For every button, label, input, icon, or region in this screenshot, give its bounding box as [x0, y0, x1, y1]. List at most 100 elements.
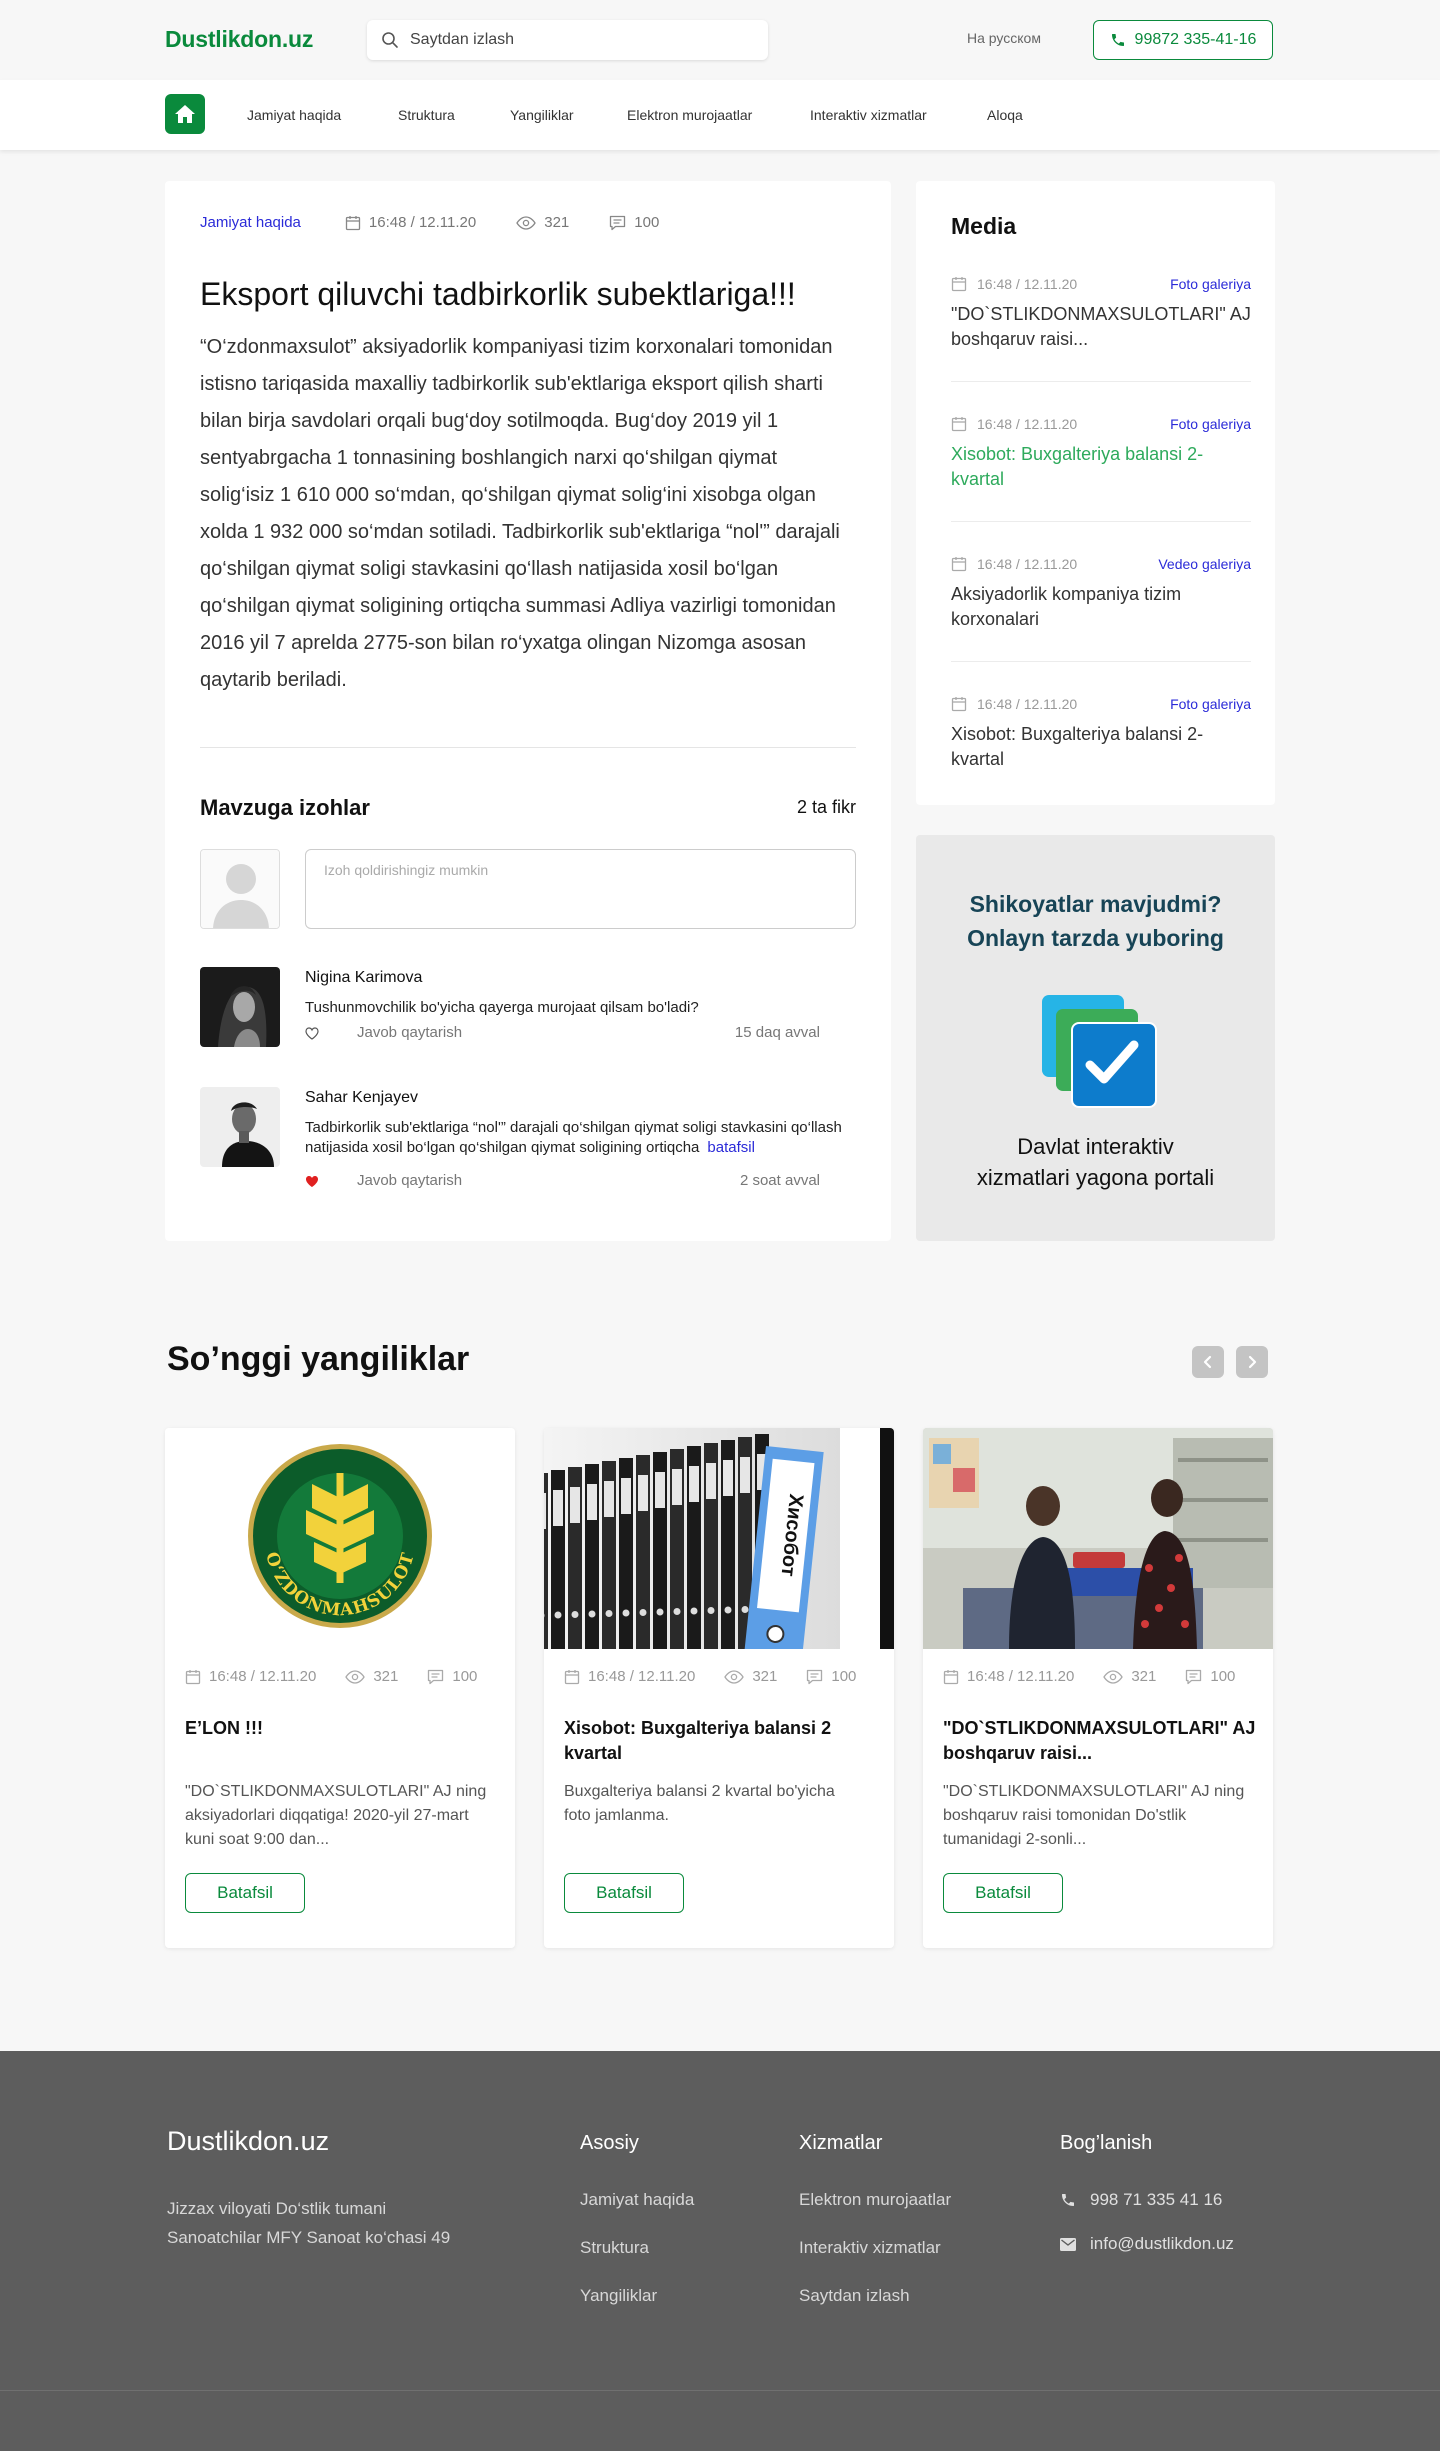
nav-item-jamiyat-haqida[interactable]: Jamiyat haqida	[247, 107, 341, 123]
nav-item-aloqa[interactable]: Aloqa	[987, 107, 1023, 123]
calendar-icon	[345, 215, 361, 230]
reply-link[interactable]: Javob qaytarish	[357, 1172, 462, 1189]
card-title: E’LON !!!	[185, 1718, 263, 1738]
comments-count: 2 ta fikr	[796, 797, 856, 817]
footer-divider	[0, 2390, 1440, 2391]
footer-link-yangiliklar[interactable]: Yangiliklar	[580, 2286, 657, 2306]
media-category-link[interactable]: Foto galeriya	[1170, 696, 1251, 712]
comments-heading: Mavzuga izohlar	[200, 795, 370, 820]
calendar-icon	[185, 1669, 201, 1684]
phone-button[interactable]: 99872 335-41-16	[1093, 20, 1273, 60]
search-input[interactable]	[410, 31, 750, 49]
media-item[interactable]: 16:48 / 12.11.20 Foto galeriya "DO`STLIKDO…	[951, 276, 1251, 349]
reply-link[interactable]: Javob qaytarish	[357, 1024, 462, 1041]
promo-subtitle: Davlat interaktiv xizmatlari yagona port…	[916, 1131, 1275, 1193]
article-category-link[interactable]: Jamiyat haqida	[200, 214, 301, 231]
chevron-right-icon	[1248, 1355, 1257, 1369]
footer-address-line1: Jizzax viloyati Do‘stlik tumani	[167, 2199, 387, 2218]
prev-button[interactable]	[1192, 1346, 1224, 1378]
article-meta: Jamiyat haqida 16:48 / 12.11.20 321 100	[200, 214, 699, 231]
news-card: O‘ZDONMAHSULOT 16:48 / 12.11.20 321 100 …	[165, 1428, 515, 1948]
news-image-photo	[923, 1428, 1273, 1649]
card-meta: 16:48 / 12.11.20 321 100	[185, 1668, 477, 1685]
promo-title-line1: Shikoyatlar mavjudmi?	[969, 891, 1222, 917]
media-date: 16:48 / 12.11.20	[951, 696, 1077, 712]
read-more-button[interactable]: Batafsil	[943, 1873, 1063, 1913]
eye-icon	[724, 1669, 745, 1684]
media-category-link[interactable]: Vedeo galeriya	[1158, 556, 1251, 572]
media-item[interactable]: 16:48 / 12.11.20 Foto galeriya Xisobot: Bu…	[951, 696, 1251, 769]
media-divider	[951, 661, 1251, 662]
media-item[interactable]: 16:48 / 12.11.20 Foto galeriya Xisobot: Bu…	[951, 416, 1251, 489]
next-button[interactable]	[1236, 1346, 1268, 1378]
comment-time: 15 daq avval	[734, 1024, 820, 1041]
footer-link-struktura[interactable]: Struktura	[580, 2238, 649, 2258]
promo-sub-line1: Davlat interaktiv	[1017, 1134, 1174, 1159]
article-date-text: 16:48 / 12.11.20	[368, 214, 477, 231]
footer-logo[interactable]: Dustlikdon.uz	[167, 2126, 329, 2157]
card-title: "DO`STLIKDONMAXSULOTLARI" AJ boshqaruv r…	[943, 1718, 1256, 1763]
card-comments: 100	[452, 1668, 478, 1685]
news-image-binders: Хисобот	[544, 1428, 894, 1649]
home-icon	[175, 105, 195, 123]
heart-outline-icon	[305, 1027, 319, 1040]
media-category-link[interactable]: Foto galeriya	[1170, 416, 1251, 432]
card-date: 16:48 / 12.11.20	[209, 1668, 317, 1685]
chevron-left-icon	[1203, 1355, 1212, 1369]
article-views-count: 321	[544, 214, 570, 231]
footer-phone-link[interactable]: 998 71 335 41 16	[1060, 2190, 1222, 2210]
media-date-text: 16:48 / 12.11.20	[977, 416, 1078, 432]
media-date: 16:48 / 12.11.20	[951, 556, 1077, 572]
card-views: 321	[373, 1668, 399, 1685]
search-box[interactable]	[367, 20, 768, 60]
like-button[interactable]	[305, 1175, 319, 1188]
card-date: 16:48 / 12.11.20	[588, 1668, 696, 1685]
user-photo-icon	[200, 967, 280, 1047]
site-logo[interactable]: Dustlikdon.uz	[165, 26, 313, 53]
heart-filled-icon	[306, 1176, 318, 1187]
like-button[interactable]	[305, 1027, 319, 1040]
promo-sub-line2: xizmatlari yagona portali	[976, 1165, 1215, 1190]
footer-link-saytdan-izlash[interactable]: Saytdan izlash	[799, 2286, 910, 2306]
language-switch-link[interactable]: На русском	[967, 30, 1041, 46]
footer-email-link[interactable]: info@dustlikdon.uz	[1060, 2234, 1234, 2254]
media-panel: Media 16:48 / 12.11.20 Foto galeriya "DO`S…	[916, 181, 1275, 805]
footer-link-jamiyat-haqida[interactable]: Jamiyat haqida	[580, 2190, 694, 2210]
card-date: 16:48 / 12.11.20	[967, 1668, 1075, 1685]
footer-link-elektron-murojaatlar[interactable]: Elektron murojaatlar	[799, 2190, 951, 2210]
nav-item-yangiliklar[interactable]: Yangiliklar	[510, 107, 574, 123]
nav-item-interaktiv-xizmatlar[interactable]: Interaktiv xizmatlar	[810, 107, 927, 123]
comment-input[interactable]	[305, 849, 856, 929]
footer-phone: 998 71 335 41 16	[1090, 2190, 1223, 2209]
footer-address-line2: Sanoatchilar MFY Sanoat ko‘chasi 49	[167, 2228, 451, 2247]
calendar-icon	[951, 697, 967, 712]
media-category-link[interactable]: Foto galeriya	[1170, 276, 1251, 292]
calendar-icon	[951, 277, 967, 292]
promo-title-line2: Onlayn tarzda yuboring	[967, 925, 1224, 951]
footer-col-title-asosiy: Asosiy	[580, 2132, 639, 2154]
comment-icon	[428, 1669, 444, 1684]
home-button[interactable]	[165, 94, 205, 134]
nav-item-elektron-murojaatlar[interactable]: Elektron murojaatlar	[627, 107, 752, 123]
promo-banner[interactable]: Shikoyatlar mavjudmi? Onlayn tarzda yubo…	[916, 835, 1275, 1241]
nav-item-struktura[interactable]: Struktura	[398, 107, 455, 123]
comment-time: 2 soat avval	[739, 1172, 820, 1189]
read-more-button[interactable]: Batafsil	[564, 1873, 684, 1913]
card-comments: 100	[831, 1668, 857, 1685]
footer-link-interaktiv-xizmatlar[interactable]: Interaktiv xizmatlar	[799, 2238, 941, 2258]
article-card: Jamiyat haqida 16:48 / 12.11.20 321 100 …	[165, 181, 891, 1241]
footer-email: info@dustlikdon.uz	[1090, 2234, 1234, 2253]
news-image-emblem: O‘ZDONMAHSULOT	[165, 1428, 515, 1649]
card-description: "DO`STLIKDONMAXSULOTLARI" AJ ning boshqa…	[943, 1783, 1245, 1848]
user-silhouette-icon	[201, 850, 279, 928]
phone-icon	[1111, 34, 1124, 46]
read-more-button[interactable]: Batafsil	[185, 1873, 305, 1913]
read-more-link[interactable]: batafsil	[707, 1139, 755, 1156]
media-date: 16:48 / 12.11.20	[951, 416, 1077, 432]
user-photo-icon	[200, 1087, 280, 1167]
card-description: Buxgalteriya balansi 2 kvartal bo'yicha …	[564, 1783, 835, 1824]
comment-author: Nigina Karimova	[305, 969, 423, 986]
comment-text-wrap: Tadbirkorlik sub'ektlariga “nol'” daraja…	[305, 1118, 845, 1158]
media-item[interactable]: 16:48 / 12.11.20 Vedeo galeriya Aksiyadorl…	[951, 556, 1251, 629]
article-comments-count: 100	[634, 214, 660, 231]
